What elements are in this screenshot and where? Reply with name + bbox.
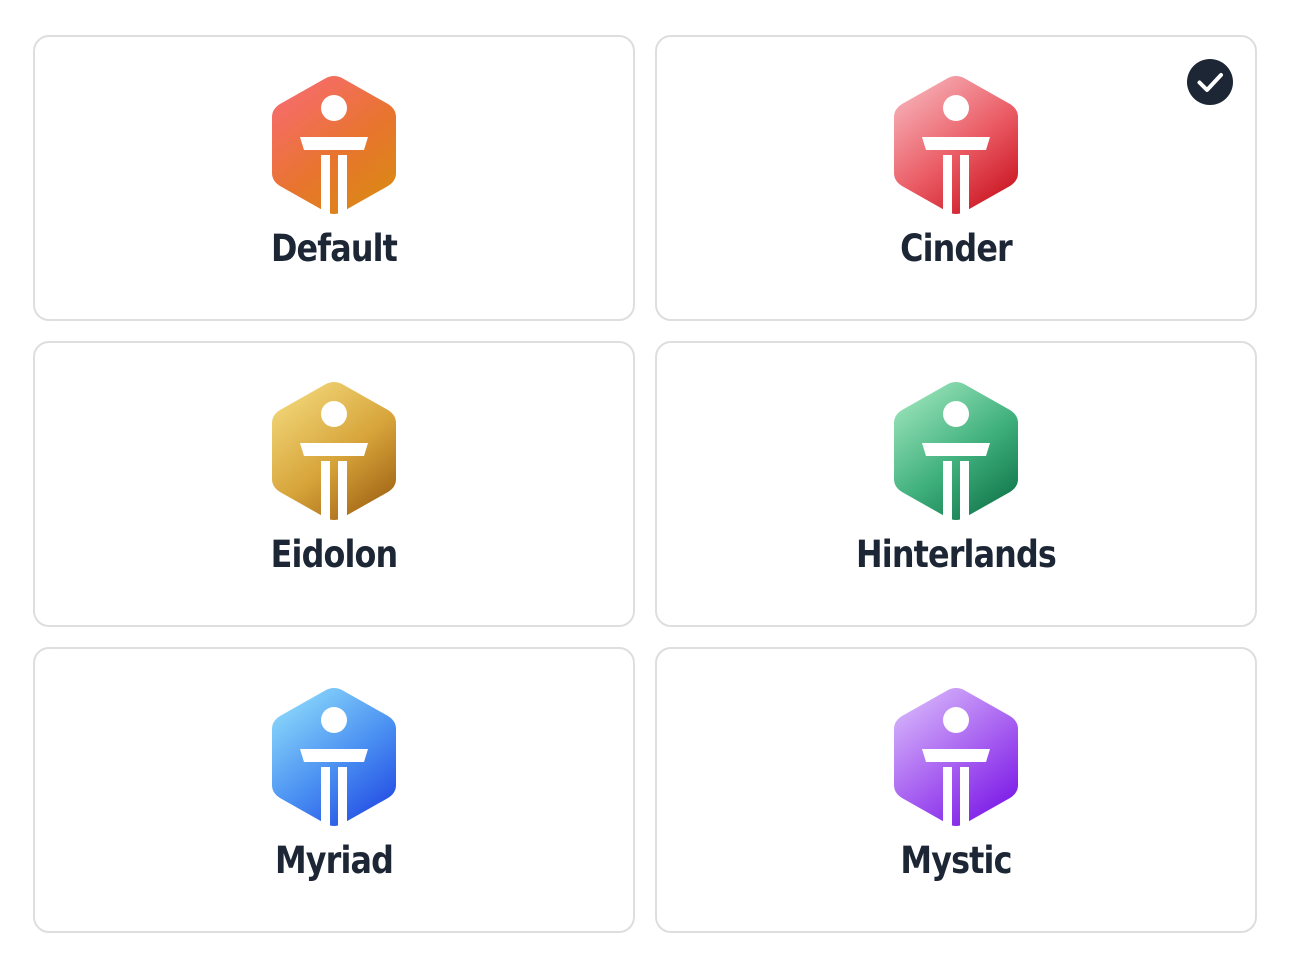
theme-card-cinder[interactable]: Cinder [655, 35, 1257, 321]
hexagon-pillar-icon [894, 381, 1018, 521]
theme-label: Hinterlands [856, 533, 1057, 576]
theme-card-myriad[interactable]: Myriad [33, 647, 635, 933]
theme-grid: Default Cinder Eidolon Hinterlands Myria… [33, 35, 1257, 933]
check-circle-icon [1187, 59, 1233, 105]
hexagon-pillar-icon [894, 75, 1018, 215]
hexagon-pillar-icon [894, 687, 1018, 827]
theme-card-default[interactable]: Default [33, 35, 635, 321]
theme-card-hinterlands[interactable]: Hinterlands [655, 341, 1257, 627]
theme-label: Mystic [900, 839, 1012, 882]
hexagon-pillar-icon [272, 75, 396, 215]
theme-card-mystic[interactable]: Mystic [655, 647, 1257, 933]
theme-label: Default [270, 227, 398, 270]
theme-label: Cinder [900, 227, 1013, 270]
hexagon-pillar-icon [272, 687, 396, 827]
hexagon-pillar-icon [272, 381, 396, 521]
theme-label: Myriad [274, 839, 394, 882]
theme-card-eidolon[interactable]: Eidolon [33, 341, 635, 627]
theme-label: Eidolon [270, 533, 399, 576]
